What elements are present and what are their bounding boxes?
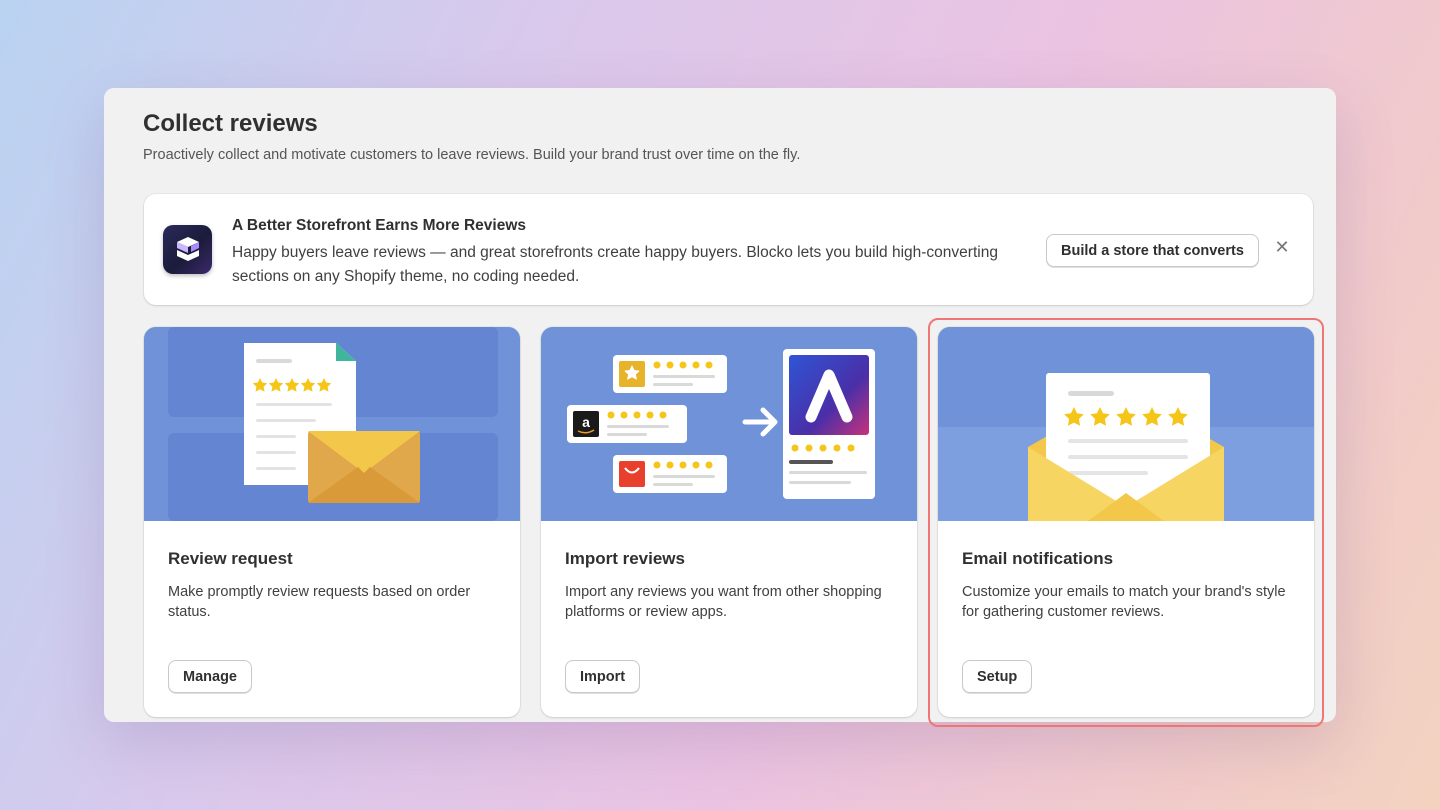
import-reviews-illustration: a [541, 327, 917, 521]
card-description: Customize your emails to match your bran… [962, 584, 1286, 620]
import-button[interactable]: Import [565, 660, 641, 693]
promo-banner: A Better Storefront Earns More Reviews H… [144, 194, 1313, 305]
card-description: Import any reviews you want from other s… [565, 584, 882, 620]
page-subtitle: Proactively collect and motivate custome… [143, 147, 801, 163]
card-title: Import reviews [565, 549, 685, 568]
email-notifications-card: Email notifications Customize your email… [938, 327, 1314, 717]
import-reviews-card: a Import reviews Import any reviews you … [541, 327, 917, 717]
banner-title: A Better Storefront Earns More Reviews [232, 217, 527, 234]
collect-reviews-panel: Collect reviews Proactively collect and … [104, 88, 1336, 722]
build-store-button[interactable]: Build a store that converts [1046, 234, 1259, 267]
review-request-card: Review request Make promptly review requ… [144, 327, 520, 717]
blocko-logo-icon [163, 225, 212, 274]
banner-text: Happy buyers leave reviews — and great s… [232, 244, 998, 285]
manage-button[interactable]: Manage [168, 660, 252, 693]
card-description: Make promptly review requests based on o… [168, 584, 471, 620]
document-envelope-illustration [144, 327, 520, 521]
setup-button[interactable]: Setup [962, 660, 1033, 693]
email-review-illustration [938, 327, 1314, 521]
page-title: Collect reviews [143, 110, 318, 137]
close-icon[interactable]: ✕ [1272, 235, 1292, 259]
card-title: Email notifications [962, 549, 1114, 568]
svg-text:a: a [582, 414, 590, 430]
card-title: Review request [168, 549, 293, 568]
